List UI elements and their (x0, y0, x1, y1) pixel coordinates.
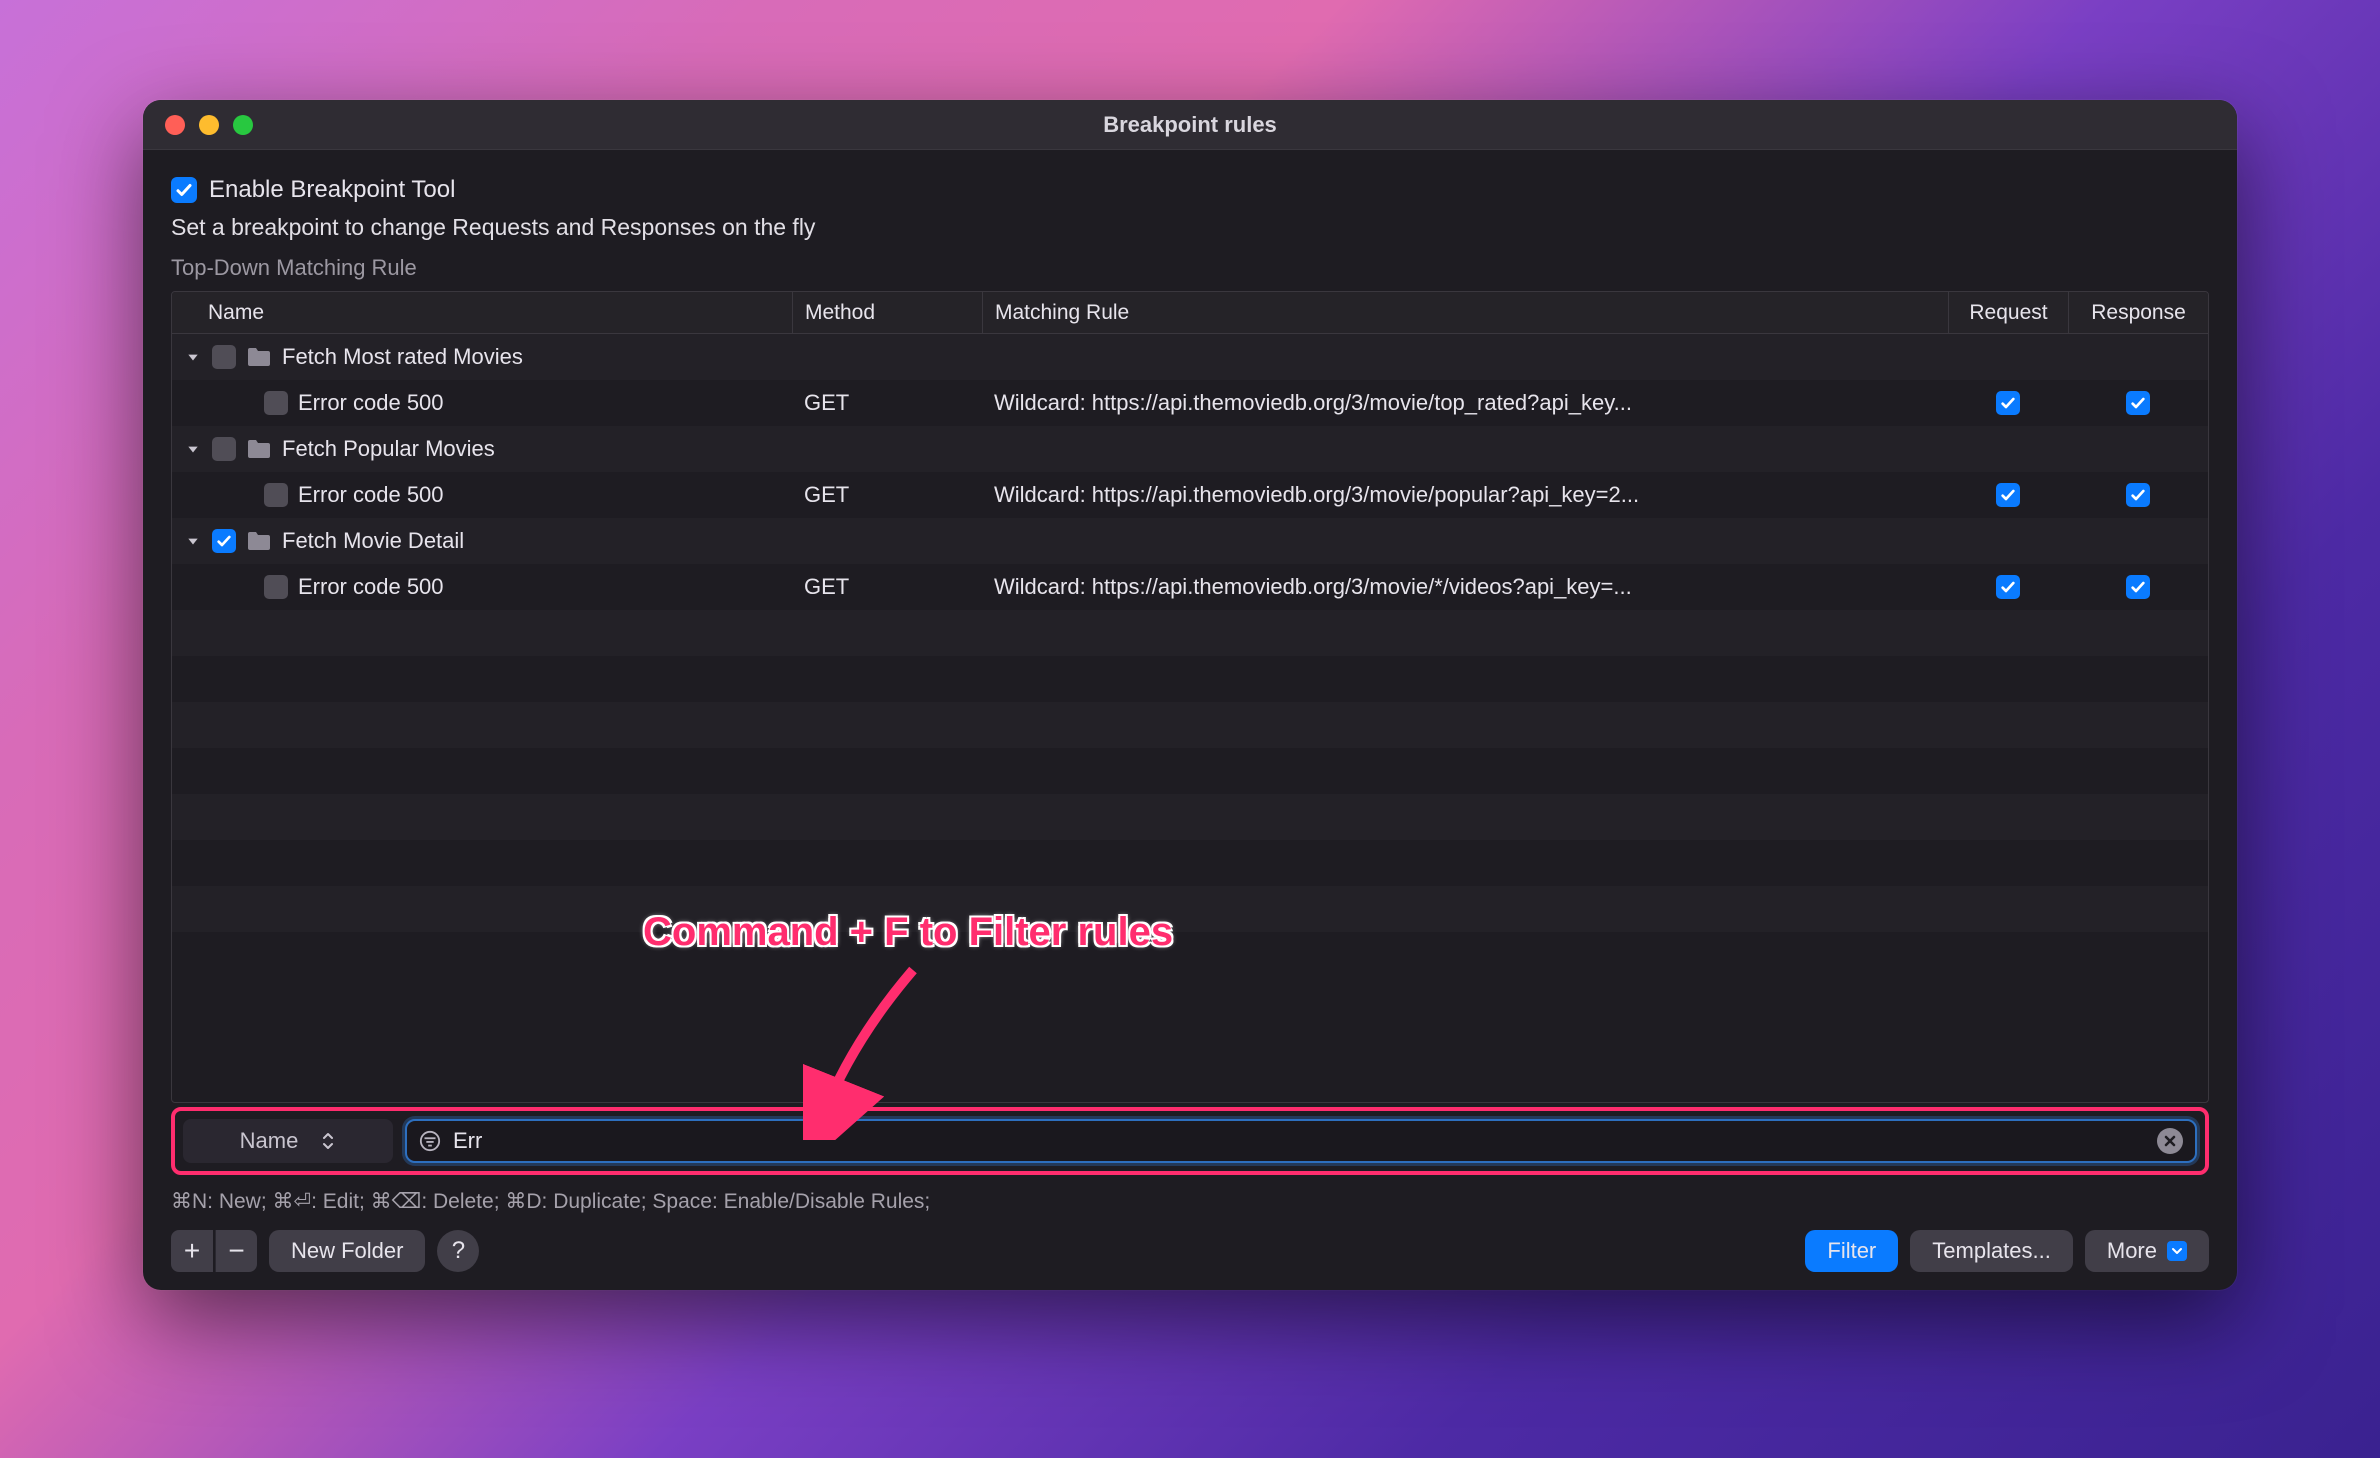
add-rule-button[interactable]: + (171, 1230, 213, 1272)
rule-label: Error code 500 (298, 390, 444, 416)
folder-icon (246, 530, 272, 552)
matching-rule-header: Top-Down Matching Rule (171, 255, 2209, 281)
templates-button[interactable]: Templates... (1910, 1230, 2073, 1272)
request-checkbox[interactable] (1996, 483, 2020, 507)
keyboard-shortcuts-hint: ⌘N: New; ⌘⏎: Edit; ⌘⌫: Delete; ⌘D: Dupli… (171, 1189, 2209, 1214)
matching-rule-cell (982, 426, 1948, 472)
column-request[interactable]: Request (1948, 292, 2068, 333)
folder-icon (246, 346, 272, 368)
filter-field-label: Name (240, 1128, 299, 1154)
enable-row: Enable Breakpoint Tool (171, 176, 2209, 204)
request-checkbox[interactable] (1996, 391, 2020, 415)
folder-icon (246, 438, 272, 460)
response-checkbox[interactable] (2126, 483, 2150, 507)
enable-breakpoint-label: Enable Breakpoint Tool (209, 176, 455, 204)
rules-table: Name Method Matching Rule Request Respon… (171, 291, 2209, 1103)
matching-rule-cell (982, 518, 1948, 564)
rule-row[interactable]: Error code 500 GETWildcard: https://api.t… (172, 564, 2208, 610)
column-method[interactable]: Method (792, 292, 982, 333)
breakpoint-rules-window: Breakpoint rules Enable Breakpoint Tool … (143, 100, 2237, 1290)
method-cell: GET (792, 564, 982, 610)
disclosure-triangle-icon[interactable] (184, 440, 202, 458)
rule-label: Error code 500 (298, 482, 444, 508)
response-cell (2068, 380, 2208, 426)
filter-field-selector[interactable]: Name (183, 1119, 393, 1163)
method-cell (792, 518, 982, 564)
request-cell (1948, 472, 2068, 518)
help-button[interactable]: ? (437, 1230, 479, 1272)
filter-button[interactable]: Filter (1805, 1230, 1898, 1272)
more-button[interactable]: More (2085, 1230, 2209, 1272)
bottom-toolbar: + − New Folder ? Filter Templates... Mor… (171, 1230, 2209, 1272)
disclosure-triangle-icon[interactable] (184, 348, 202, 366)
group-label: Fetch Most rated Movies (282, 344, 523, 370)
table-header: Name Method Matching Rule Request Respon… (172, 292, 2208, 334)
group-enable-checkbox[interactable] (212, 345, 236, 369)
group-enable-checkbox[interactable] (212, 529, 236, 553)
matching-rule-cell (982, 334, 1948, 380)
group-enable-checkbox[interactable] (212, 437, 236, 461)
remove-rule-button[interactable]: − (215, 1230, 257, 1272)
disclosure-triangle-icon[interactable] (184, 532, 202, 550)
matching-rule-cell: Wildcard: https://api.themoviedb.org/3/m… (982, 472, 1948, 518)
group-row[interactable]: Fetch Most rated Movies (172, 334, 2208, 380)
request-cell (1948, 426, 2068, 472)
rule-enable-checkbox[interactable] (264, 391, 288, 415)
response-checkbox[interactable] (2126, 391, 2150, 415)
response-cell (2068, 334, 2208, 380)
response-checkbox[interactable] (2126, 575, 2150, 599)
column-response[interactable]: Response (2068, 292, 2208, 333)
column-matching-rule[interactable]: Matching Rule (982, 292, 1948, 333)
rule-row[interactable]: Error code 500 GETWildcard: https://api.t… (172, 380, 2208, 426)
matching-rule-cell: Wildcard: https://api.themoviedb.org/3/m… (982, 380, 1948, 426)
filter-input[interactable]: Err (405, 1119, 2197, 1163)
rule-enable-checkbox[interactable] (264, 483, 288, 507)
request-cell (1948, 380, 2068, 426)
table-body: Fetch Most rated Movies Error code 500 GET… (172, 334, 2208, 1102)
rule-enable-checkbox[interactable] (264, 575, 288, 599)
response-cell (2068, 564, 2208, 610)
request-cell (1948, 334, 2068, 380)
rule-label: Error code 500 (298, 574, 444, 600)
group-row[interactable]: Fetch Movie Detail (172, 518, 2208, 564)
window-title: Breakpoint rules (143, 112, 2237, 138)
filter-bar-highlight: Name Err (171, 1107, 2209, 1175)
request-cell (1948, 518, 2068, 564)
method-cell: GET (792, 380, 982, 426)
content-area: Enable Breakpoint Tool Set a breakpoint … (143, 150, 2237, 1290)
group-label: Fetch Movie Detail (282, 528, 464, 554)
request-checkbox[interactable] (1996, 575, 2020, 599)
method-cell (792, 334, 982, 380)
group-row[interactable]: Fetch Popular Movies (172, 426, 2208, 472)
subtitle: Set a breakpoint to change Requests and … (171, 214, 2209, 241)
matching-rule-cell: Wildcard: https://api.themoviedb.org/3/m… (982, 564, 1948, 610)
group-label: Fetch Popular Movies (282, 436, 495, 462)
response-cell (2068, 426, 2208, 472)
filter-icon (419, 1130, 441, 1152)
request-cell (1948, 564, 2068, 610)
method-cell (792, 426, 982, 472)
column-name[interactable]: Name (172, 292, 792, 333)
new-folder-button[interactable]: New Folder (269, 1230, 425, 1272)
response-cell (2068, 518, 2208, 564)
response-cell (2068, 472, 2208, 518)
method-cell: GET (792, 472, 982, 518)
chevron-down-icon (2167, 1241, 2187, 1261)
filter-value: Err (453, 1128, 2145, 1154)
clear-filter-button[interactable] (2157, 1128, 2183, 1154)
titlebar: Breakpoint rules (143, 100, 2237, 150)
rule-row[interactable]: Error code 500 GETWildcard: https://api.t… (172, 472, 2208, 518)
enable-breakpoint-checkbox[interactable] (171, 177, 197, 203)
